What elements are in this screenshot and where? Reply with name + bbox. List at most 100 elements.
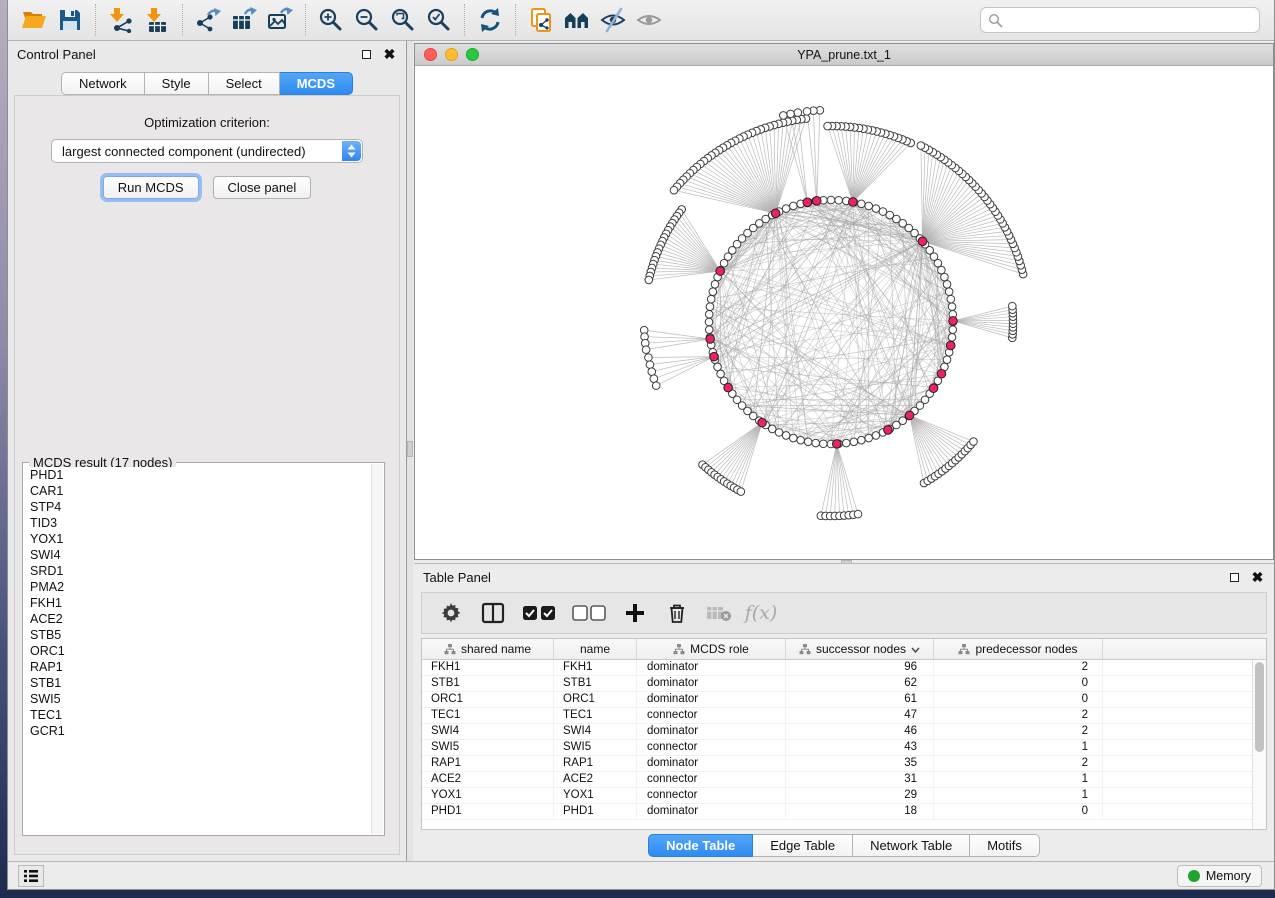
toolbar-separator	[515, 4, 516, 36]
control-panel-tabs: NetworkStyleSelectMCDS	[8, 72, 406, 95]
close-table-panel-icon[interactable]: ✖	[1250, 570, 1265, 585]
network-graph[interactable]	[415, 66, 1273, 559]
network-window: YPA_prune.txt_1	[414, 43, 1274, 560]
refresh-icon[interactable]	[472, 3, 508, 37]
show-all-icon[interactable]	[631, 3, 667, 37]
memory-button[interactable]: Memory	[1177, 865, 1262, 887]
column-header-name[interactable]: name	[554, 639, 637, 659]
table-row[interactable]: RAP1RAP1dominator352	[422, 756, 1252, 772]
export-image-icon[interactable]	[262, 3, 298, 37]
float-panel-icon[interactable]	[359, 47, 374, 62]
tab-select[interactable]: Select	[209, 72, 280, 95]
tab-network[interactable]: Network	[61, 72, 145, 95]
cell-successor_nodes: 29	[786, 788, 934, 803]
table-scrollbar-thumb[interactable]	[1255, 662, 1264, 752]
mcds-result-item[interactable]: SRD1	[24, 563, 371, 579]
mcds-result-item[interactable]: STP4	[24, 499, 371, 515]
table-row[interactable]: TEC1TEC1connector472	[422, 708, 1252, 724]
memory-label: Memory	[1206, 869, 1251, 883]
export-table-icon[interactable]	[226, 3, 262, 37]
control-panel: Control Panel ✖ NetworkStyleSelectMCDS O…	[8, 41, 407, 861]
network-canvas[interactable]	[415, 66, 1273, 559]
mcds-result-item[interactable]: STB1	[24, 675, 371, 691]
mcds-result-item[interactable]: ORC1	[24, 643, 371, 659]
search-field[interactable]	[980, 7, 1260, 33]
cell-mcds_role: dominator	[637, 660, 786, 675]
cell-shared_name: RAP1	[422, 756, 554, 771]
mcds-list-scrollbar[interactable]	[371, 464, 383, 834]
mcds-result-item[interactable]: ACE2	[24, 611, 371, 627]
cell-name: FKH1	[554, 660, 637, 675]
cell-predecessor_nodes: 2	[934, 708, 1103, 723]
mcds-result-box: MCDS result (17 nodes) PHD1CAR1STP4TID3Y…	[22, 462, 385, 836]
duplicate-network-icon[interactable]	[523, 3, 559, 37]
mcds-result-item[interactable]: TEC1	[24, 707, 371, 723]
search-input[interactable]	[1008, 13, 1259, 28]
network-titlebar[interactable]: YPA_prune.txt_1	[415, 44, 1273, 66]
mcds-result-item[interactable]: FKH1	[24, 595, 371, 611]
table-tab-network-table[interactable]: Network Table	[853, 834, 970, 857]
cell-predecessor_nodes: 1	[934, 788, 1103, 803]
zoom-selected-icon[interactable]	[421, 3, 457, 37]
cell-predecessor_nodes: 1	[934, 772, 1103, 787]
optimization-criterion-select[interactable]: largest connected component (undirected)	[51, 139, 363, 163]
column-header-successor-nodes[interactable]: successor nodes	[786, 639, 934, 659]
add-column-icon[interactable]	[620, 598, 650, 628]
table-row[interactable]: ACE2ACE2connector311	[422, 772, 1252, 788]
table-tab-node-table[interactable]: Node Table	[648, 834, 753, 857]
maximize-window-icon[interactable]	[466, 48, 479, 61]
mcds-result-item[interactable]: SWI4	[24, 547, 371, 563]
zoom-fit-icon[interactable]	[385, 3, 421, 37]
split-pane-icon[interactable]	[478, 598, 508, 628]
mcds-result-item[interactable]: RAP1	[24, 659, 371, 675]
import-network-icon[interactable]	[103, 3, 139, 37]
table-row[interactable]: SWI4SWI4dominator462	[422, 724, 1252, 740]
tab-mcds[interactable]: MCDS	[280, 72, 353, 95]
close-panel-icon[interactable]: ✖	[382, 47, 397, 62]
zoom-in-icon[interactable]	[313, 3, 349, 37]
close-window-icon[interactable]	[424, 48, 437, 61]
close-panel-button[interactable]: Close panel	[213, 176, 312, 199]
table-row[interactable]: PHD1PHD1dominator180	[422, 804, 1252, 820]
table-row[interactable]: SWI5SWI5connector431	[422, 740, 1252, 756]
cell-predecessor_nodes: 0	[934, 692, 1103, 707]
open-file-icon[interactable]	[16, 3, 52, 37]
table-row[interactable]: YOX1YOX1connector291	[422, 788, 1252, 804]
cell-shared_name: YOX1	[422, 788, 554, 803]
run-mcds-button[interactable]: Run MCDS	[103, 176, 199, 199]
save-icon[interactable]	[52, 3, 88, 37]
mcds-result-item[interactable]: STB5	[24, 627, 371, 643]
float-table-panel-icon[interactable]	[1227, 570, 1242, 585]
table-tab-edge-table[interactable]: Edge Table	[753, 834, 853, 857]
zoom-out-icon[interactable]	[349, 3, 385, 37]
mcds-result-item[interactable]: SWI5	[24, 691, 371, 707]
mcds-result-item[interactable]: PMA2	[24, 579, 371, 595]
deselect-all-icon[interactable]	[570, 598, 608, 628]
cell-successor_nodes: 46	[786, 724, 934, 739]
select-all-icon[interactable]	[520, 598, 558, 628]
gear-icon[interactable]	[436, 598, 466, 628]
import-table-icon[interactable]	[139, 3, 175, 37]
column-header-predecessor-nodes[interactable]: predecessor nodes	[934, 639, 1103, 659]
export-network-icon[interactable]	[190, 3, 226, 37]
minimize-window-icon[interactable]	[445, 48, 458, 61]
mcds-result-item[interactable]: GCR1	[24, 723, 371, 739]
table-row[interactable]: ORC1ORC1dominator610	[422, 692, 1252, 708]
sort-descending-icon	[911, 642, 920, 656]
hide-selected-icon[interactable]	[595, 3, 631, 37]
table-row[interactable]: STB1STB1dominator620	[422, 676, 1252, 692]
delete-column-icon[interactable]	[662, 598, 692, 628]
mcds-result-item[interactable]: CAR1	[24, 483, 371, 499]
mcds-result-item[interactable]: TID3	[24, 515, 371, 531]
mcds-result-item[interactable]: YOX1	[24, 531, 371, 547]
tab-style[interactable]: Style	[145, 72, 209, 95]
mcds-result-item[interactable]: PHD1	[24, 467, 371, 483]
column-header-shared-name[interactable]: shared name	[422, 639, 554, 659]
table-scrollbar[interactable]	[1252, 660, 1266, 829]
column-header-MCDS-role[interactable]: MCDS role	[637, 639, 786, 659]
table-tab-motifs[interactable]: Motifs	[970, 834, 1040, 857]
toolbar-separator	[182, 4, 183, 36]
table-row[interactable]: FKH1FKH1dominator962	[422, 660, 1252, 676]
task-history-button[interactable]	[18, 865, 44, 887]
first-neighbors-icon[interactable]	[559, 3, 595, 37]
